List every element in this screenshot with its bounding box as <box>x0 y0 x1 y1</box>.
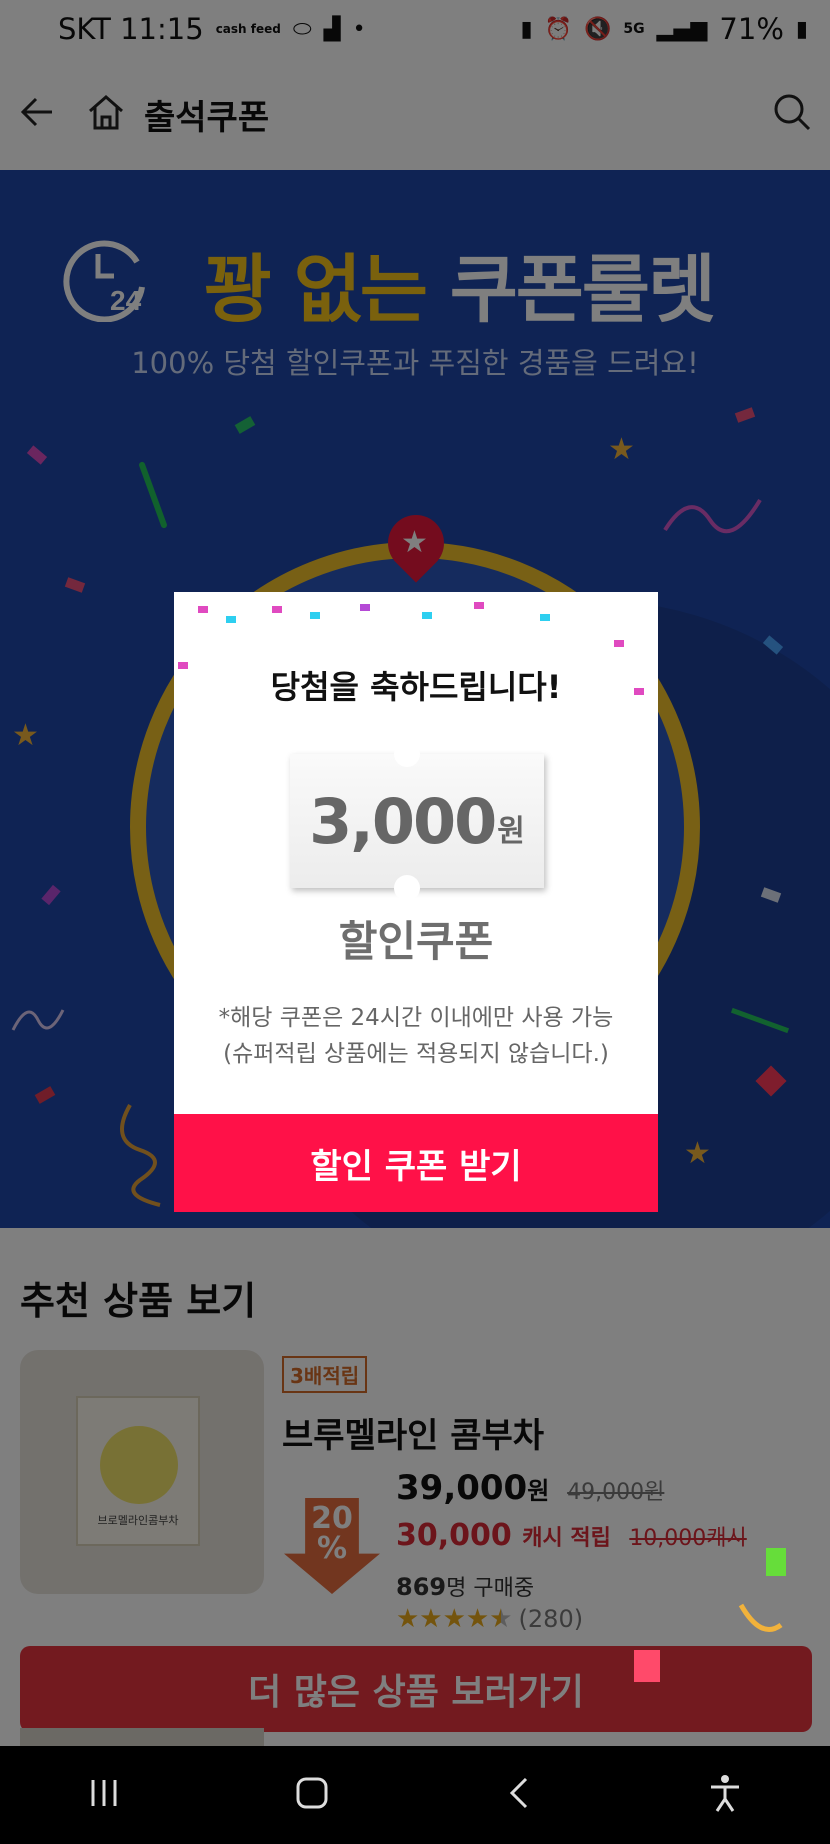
confetti <box>422 612 432 619</box>
ticket-notch <box>394 741 420 767</box>
confetti <box>614 640 624 647</box>
coupon-amount: 3,000 <box>309 784 497 858</box>
recent-apps-icon[interactable] <box>87 1776 121 1814</box>
coupon-ticket: 3,000 원 <box>290 741 544 901</box>
confetti <box>272 606 282 613</box>
coupon-unit: 원 <box>497 814 525 849</box>
ticket-notch <box>394 875 420 901</box>
get-coupon-button[interactable]: 할인 쿠폰 받기 <box>174 1114 658 1212</box>
accessibility-icon[interactable] <box>707 1773 743 1817</box>
coupon-win-modal: 당첨을 축하드립니다! 3,000 원 할인쿠폰 *해당 쿠폰은 24시간 이내… <box>174 592 658 1212</box>
confetti <box>198 606 208 613</box>
back-icon[interactable] <box>504 1775 534 1815</box>
ribbon-icon <box>738 1603 783 1632</box>
confetti <box>634 1650 660 1682</box>
confetti <box>474 602 484 609</box>
coupon-name: 할인쿠폰 <box>338 917 494 966</box>
congrats-heading: 당첨을 축하드립니다! <box>270 668 562 706</box>
confetti <box>226 616 236 623</box>
home-button-icon[interactable] <box>294 1775 330 1815</box>
confetti <box>360 604 370 611</box>
confetti <box>310 612 320 619</box>
coupon-note-line2: (슈퍼적립 상품에는 적용되지 않습니다.) <box>223 1041 609 1067</box>
system-nav-bar <box>0 1746 830 1844</box>
confetti <box>766 1548 786 1576</box>
coupon-note-line1: *해당 쿠폰은 24시간 이내에만 사용 가능 <box>218 1005 614 1031</box>
confetti <box>540 614 550 621</box>
